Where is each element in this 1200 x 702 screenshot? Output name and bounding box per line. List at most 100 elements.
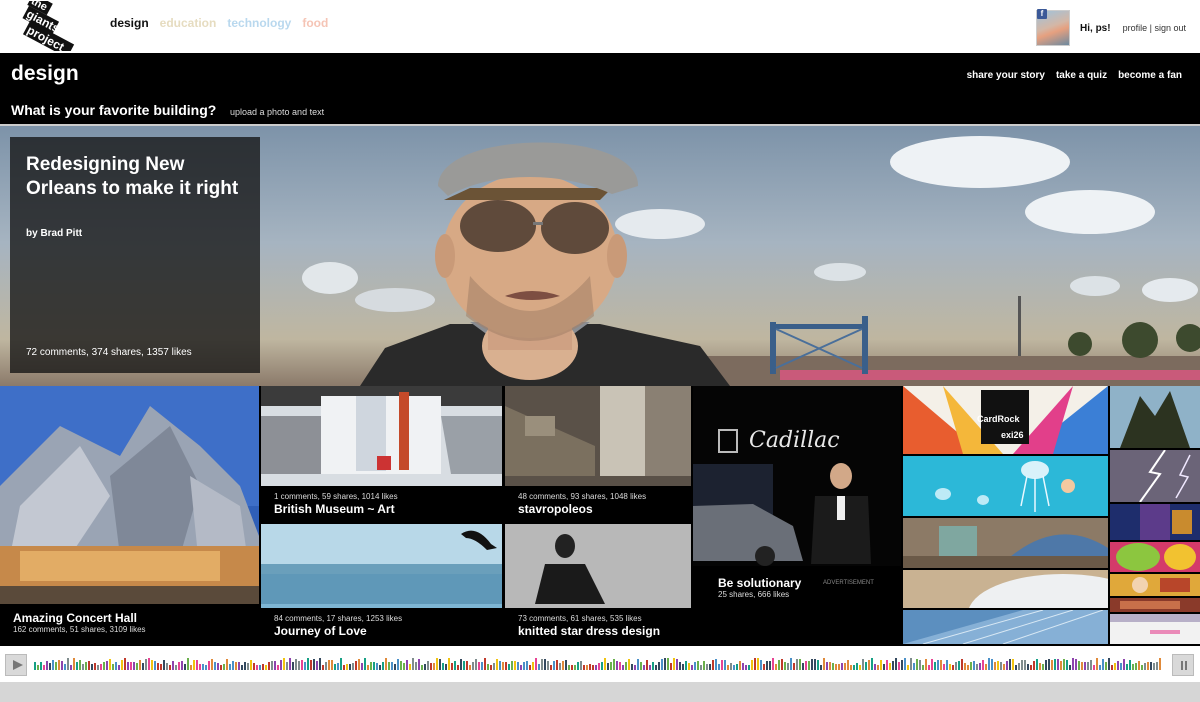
- timeline-tick: [853, 665, 855, 670]
- timeline-tick: [46, 661, 48, 670]
- timeline-tick: [475, 659, 477, 670]
- timeline-tick: [679, 662, 681, 670]
- timeline-tick: [898, 662, 900, 670]
- nav-item-technology[interactable]: technology: [227, 16, 291, 30]
- timeline-tick: [238, 662, 240, 670]
- timeline-tick: [811, 659, 813, 670]
- nav-item-food[interactable]: food: [302, 16, 328, 30]
- mosaic-tile-tree[interactable]: [1110, 386, 1200, 448]
- timeline-tick: [847, 660, 849, 670]
- timeline-tick: [883, 664, 885, 670]
- tile-concert-hall[interactable]: Amazing Concert Hall 162 comments, 51 sh…: [0, 386, 259, 644]
- timeline-tick: [1087, 662, 1089, 670]
- mosaic-cardrock-text: CardRock: [977, 414, 1020, 424]
- timeline-tick: [274, 661, 276, 670]
- timeline-tick: [553, 661, 555, 670]
- timeline-tick: [283, 658, 285, 670]
- tile-title[interactable]: Journey of Love: [274, 624, 489, 638]
- mosaic-tile-cardrock[interactable]: CardRock exi26: [903, 386, 1108, 454]
- user-panel: f Hi, ps! profile | sign out: [1036, 8, 1186, 48]
- mosaic-tile-cartoon[interactable]: [1110, 574, 1200, 596]
- nav-item-education[interactable]: education: [160, 16, 217, 30]
- mosaic-tile-interior[interactable]: [903, 518, 1108, 568]
- ad-tile[interactable]: Cadillac Be solutionary 25 shares, 666 l…: [693, 386, 901, 644]
- timeline-tick: [352, 663, 354, 670]
- mosaic-tile-stained-glass[interactable]: [1110, 504, 1200, 540]
- timeline-tick: [937, 660, 939, 670]
- tile-stavropoleos[interactable]: 48 comments, 93 shares, 1048 likes stavr…: [505, 386, 691, 522]
- upload-link[interactable]: upload a photo and text: [230, 107, 324, 117]
- ad-title[interactable]: Be solutionary: [718, 576, 801, 590]
- timeline-tick: [382, 662, 384, 670]
- nav-item-design[interactable]: design: [110, 16, 149, 30]
- tile-title[interactable]: stavropoleos: [518, 502, 678, 516]
- timeline-tick: [721, 660, 723, 670]
- tile-title[interactable]: British Museum ~ Art: [274, 502, 489, 516]
- timeline-tick: [598, 663, 600, 670]
- timeline-tick: [625, 662, 627, 670]
- timeline-tick: [958, 661, 960, 670]
- timeline-tick: [58, 660, 60, 670]
- timeline-tick: [655, 665, 657, 670]
- mosaic-tile-pink[interactable]: [1110, 614, 1200, 644]
- timeline-tick: [967, 665, 969, 670]
- pause-icon[interactable]: [1172, 654, 1194, 676]
- sign-out-link[interactable]: sign out: [1154, 23, 1186, 33]
- hero-feature[interactable]: Redesigning New Orleans to make it right…: [0, 126, 1200, 386]
- timeline-tick: [676, 659, 678, 670]
- timeline-tick: [1069, 665, 1071, 670]
- timeline-tick: [430, 663, 432, 670]
- timeline-tick: [583, 665, 585, 670]
- timeline-tick: [79, 660, 81, 670]
- tile-title[interactable]: knitted star dress design: [518, 624, 678, 638]
- hero-card[interactable]: Redesigning New Orleans to make it right…: [10, 137, 260, 373]
- link-separator: |: [1149, 23, 1152, 33]
- take-quiz-link[interactable]: take a quiz: [1056, 70, 1107, 81]
- timeline-tick: [685, 661, 687, 670]
- site-logo[interactable]: the giants project: [14, 0, 86, 58]
- timeline-tick: [82, 664, 84, 670]
- timeline-tick: [226, 659, 228, 670]
- timeline-tick: [667, 658, 669, 670]
- tile-british-museum[interactable]: 1 comments, 59 shares, 1014 likes Britis…: [261, 386, 502, 522]
- timeline-tick: [220, 665, 222, 670]
- timeline-tick: [517, 662, 519, 670]
- share-story-link[interactable]: share your story: [967, 70, 1045, 81]
- timeline-tick: [367, 665, 369, 670]
- timeline-tick: [457, 665, 459, 670]
- mosaic-tile-glass[interactable]: [903, 610, 1108, 644]
- timeline-tick: [1078, 661, 1080, 670]
- timeline-tick: [436, 658, 438, 670]
- timeline-tick: [145, 659, 147, 670]
- mosaic-tile-dome[interactable]: [903, 570, 1108, 608]
- become-fan-link[interactable]: become a fan: [1118, 70, 1182, 81]
- tile-journey-of-love[interactable]: 84 comments, 17 shares, 1253 likes Journ…: [261, 524, 502, 644]
- timeline-tick: [1033, 661, 1035, 670]
- mosaic-tile-strip[interactable]: [1110, 598, 1200, 612]
- timeline-tick: [748, 665, 750, 670]
- timeline-tick: [301, 660, 303, 670]
- timeline-tick: [775, 664, 777, 670]
- timeline-tick: [559, 663, 561, 670]
- timeline-tick: [871, 658, 873, 670]
- timeline-tick: [730, 663, 732, 670]
- timeline-tick: [271, 661, 273, 670]
- timeline-scrubber[interactable]: [34, 656, 1164, 674]
- timeline-tick: [664, 658, 666, 670]
- timeline-tick: [193, 660, 195, 670]
- timeline-tick: [331, 660, 333, 670]
- timeline-tick: [844, 663, 846, 670]
- timeline-tick: [109, 659, 111, 670]
- profile-link[interactable]: profile: [1123, 23, 1148, 33]
- mosaic-tile-lightning[interactable]: [1110, 450, 1200, 502]
- timeline-tick: [481, 662, 483, 670]
- hero-title[interactable]: Redesigning New Orleans to make it right: [26, 153, 246, 201]
- mosaic-tile-jellyfish[interactable]: [903, 456, 1108, 516]
- tile-title[interactable]: Amazing Concert Hall: [13, 611, 246, 625]
- tile-knitted-star-dress[interactable]: 73 comments, 61 shares, 535 likes knitte…: [505, 524, 691, 644]
- timeline-tick: [1117, 661, 1119, 670]
- timeline-tick: [310, 660, 312, 670]
- play-icon[interactable]: [5, 654, 27, 676]
- mosaic-tile-balloon[interactable]: [1110, 542, 1200, 572]
- avatar[interactable]: f: [1036, 9, 1071, 46]
